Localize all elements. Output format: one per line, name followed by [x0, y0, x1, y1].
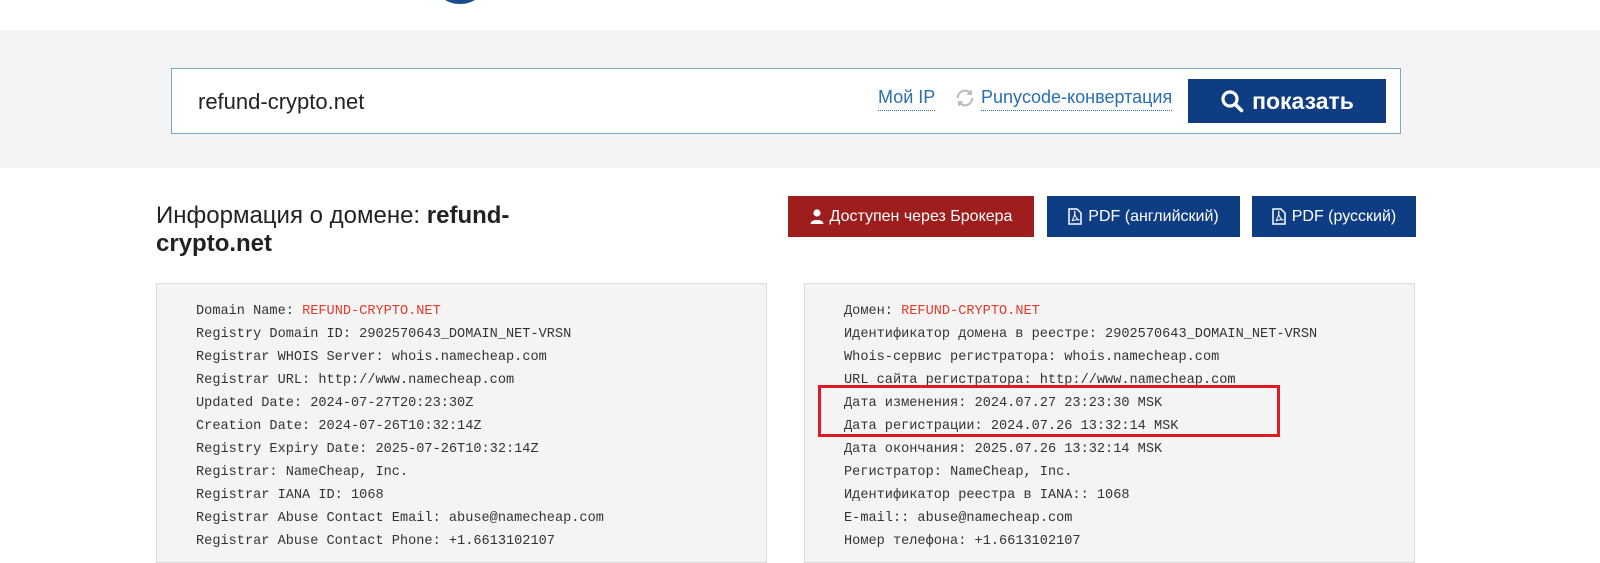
user-icon — [810, 209, 824, 224]
whois-line: Updated Date: 2024-07-27T20:23:30Z — [196, 392, 766, 415]
whois-label: Creation Date: — [196, 419, 319, 434]
domain-search-input[interactable] — [198, 85, 758, 119]
whois-line: Whois-сервис регистратора: whois.nameche… — [844, 346, 1414, 369]
pdf-russian-label: PDF (русский) — [1291, 207, 1397, 225]
whois-value: NameCheap, Inc. — [285, 465, 409, 480]
whois-english-panel: Domain Name: REFUND-CRYPTO.NET Registry D… — [156, 283, 767, 563]
whois-label: Идентификатор домена в реестре: — [844, 327, 1106, 342]
title-prefix: Информация о домене: — [156, 202, 427, 229]
whois-value: 1068 — [351, 488, 384, 503]
broker-button-label: Доступен через Брокера — [829, 207, 1013, 225]
whois-line: Идентификатор реестра в IANA:: 1068 — [844, 484, 1414, 507]
whois-label: Идентификатор реестра в IANA:: — [844, 488, 1097, 503]
whois-line: E-mail:: abuse@namecheap.com — [844, 507, 1414, 530]
whois-line: Домен: REFUND-CRYPTO.NET — [844, 300, 1414, 323]
whois-line: Номер телефона: +1.6613102107 — [844, 530, 1414, 553]
whois-label: Registry Expiry Date: — [196, 442, 376, 457]
whois-label: Registrar Abuse Contact Email: — [196, 511, 449, 526]
pdf-english-label: PDF (английский) — [1088, 207, 1219, 225]
whois-line: Registrar Abuse Contact Phone: +1.661310… — [196, 530, 766, 553]
whois-value: 2024-07-26T10:32:14Z — [318, 419, 482, 434]
whois-line: Registrar IANA ID: 1068 — [196, 484, 766, 507]
whois-label: Domain Name: — [196, 304, 303, 319]
whois-label: Дата окончания: — [844, 442, 975, 457]
whois-line: Дата окончания: 2025.07.26 13:32:14 MSK — [844, 438, 1414, 461]
whois-value: 2902570643_DOMAIN_NET-VRSN — [1105, 327, 1318, 342]
whois-line: Registry Expiry Date: 2025-07-26T10:32:1… — [196, 438, 766, 461]
whois-line: Creation Date: 2024-07-26T10:32:14Z — [196, 415, 766, 438]
whois-label: Registrar Abuse Contact Phone: — [196, 534, 449, 549]
whois-line: Registrar URL: http://www.namecheap.com — [196, 369, 766, 392]
date-highlight-annotation — [818, 385, 1280, 437]
whois-line: Registrar: NameCheap, Inc. — [196, 461, 766, 484]
whois-line: Идентификатор домена в реестре: 29025706… — [844, 323, 1414, 346]
whois-label: Регистратор: — [844, 465, 951, 480]
whois-label: Registrar WHOIS Server: — [196, 350, 392, 365]
whois-value: whois.namecheap.com — [391, 350, 547, 365]
whois-label: Whois-сервис регистратора: — [844, 350, 1065, 365]
whois-value: REFUND-CRYPTO.NET — [901, 304, 1040, 319]
whois-value: abuse@namecheap.com — [448, 511, 604, 526]
my-ip-link[interactable]: Мой IP — [878, 87, 936, 111]
whois-value: http://www.namecheap.com — [318, 373, 515, 388]
top-header — [0, 0, 1600, 30]
broker-button[interactable]: Доступен через Брокера — [788, 196, 1034, 237]
whois-value: +1.6613102107 — [974, 534, 1081, 549]
whois-value: 1068 — [1096, 488, 1130, 503]
refresh-icon — [956, 89, 974, 107]
whois-label: Updated Date: — [196, 396, 311, 411]
whois-line: Registry Domain ID: 2902570643_DOMAIN_NE… — [196, 323, 766, 346]
whois-label: E-mail:: — [844, 511, 918, 526]
whois-value: 2025-07-26T10:32:14Z — [375, 442, 539, 457]
pdf-file-icon — [1068, 208, 1083, 225]
whois-label: Registrar URL: — [196, 373, 319, 388]
whois-label: Registry Domain ID: — [196, 327, 360, 342]
whois-value: REFUND-CRYPTO.NET — [302, 304, 441, 319]
whois-value: 2024-07-27T20:23:30Z — [310, 396, 474, 411]
whois-value: abuse@namecheap.com — [917, 511, 1073, 526]
whois-value: 2902570643_DOMAIN_NET-VRSN — [359, 327, 572, 342]
pdf-file-icon — [1271, 208, 1286, 225]
whois-label: Номер телефона: — [844, 534, 975, 549]
whois-label: Registrar: — [196, 465, 286, 480]
whois-value: 2025.07.26 13:32:14 MSK — [974, 442, 1163, 457]
whois-line: Регистратор: NameCheap, Inc. — [844, 461, 1414, 484]
whois-line: Domain Name: REFUND-CRYPTO.NET — [196, 300, 766, 323]
whois-value: +1.6613102107 — [448, 534, 555, 549]
search-icon — [1221, 90, 1244, 113]
search-box: Мой IP Punycode-конвертация показать — [171, 68, 1401, 134]
pdf-english-button[interactable]: PDF (английский) — [1047, 196, 1240, 237]
whois-value: NameCheap, Inc. — [950, 465, 1073, 480]
show-button-label: показать — [1252, 87, 1354, 114]
whois-label: Registrar IANA ID: — [196, 488, 351, 503]
logo[interactable] — [430, 0, 490, 4]
page-title: Информация о домене: refund-crypto.net — [156, 202, 576, 258]
whois-line: Registrar Abuse Contact Email: abuse@nam… — [196, 507, 766, 530]
show-button[interactable]: показать — [1188, 79, 1386, 123]
whois-line: Registrar WHOIS Server: whois.namecheap.… — [196, 346, 766, 369]
whois-label: Домен: — [844, 304, 902, 319]
punycode-link[interactable]: Punycode-конвертация — [981, 87, 1173, 111]
pdf-russian-button[interactable]: PDF (русский) — [1252, 196, 1416, 237]
whois-value: whois.namecheap.com — [1064, 350, 1220, 365]
